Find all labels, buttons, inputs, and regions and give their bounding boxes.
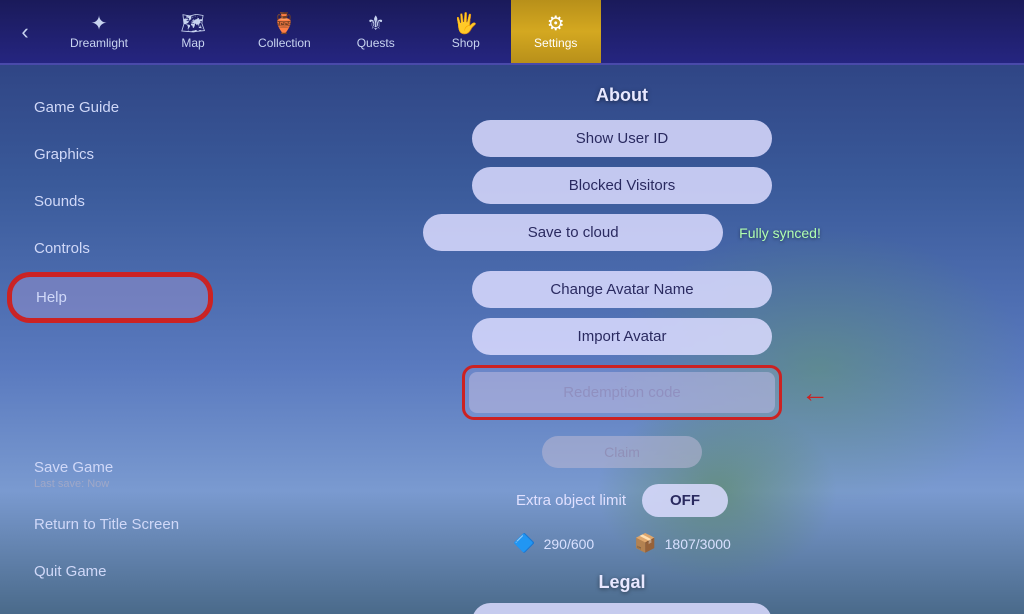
cookies-policy-button[interactable]: Cookies Policy [472,603,772,614]
settings-icon: ⚙ [547,14,565,34]
import-avatar-button[interactable]: Import Avatar [472,318,772,355]
extra-limit-label: Extra object limit [516,492,626,509]
redemption-area: ← [462,365,782,420]
redemption-arrow-icon: ← [801,377,829,409]
nav-item-map[interactable]: 🗺 Map [148,0,238,63]
about-title: About [596,85,648,106]
cube-small-icon: 🔷 [513,533,535,554]
count-item-1: 🔷 290/600 [513,533,594,554]
extra-limit-toggle[interactable]: OFF [642,484,728,517]
sidebar-item-help[interactable]: Help [10,275,210,320]
sidebar-item-controls[interactable]: Controls [10,228,210,269]
legal-title: Legal [598,572,645,593]
sidebar: Game Guide Graphics Sounds Controls Help… [0,65,220,614]
cube-large-icon: 📦 [634,533,656,554]
nav-item-collection[interactable]: 🏺 Collection [238,0,331,63]
quests-icon: ⚜ [367,14,385,34]
sidebar-item-sounds[interactable]: Sounds [10,181,210,222]
navbar: ‹ ✦ Dreamlight 🗺 Map 🏺 Collection ⚜ Ques… [0,0,1024,65]
save-to-cloud-button[interactable]: Save to cloud [423,214,723,251]
claim-button[interactable]: Claim [542,436,702,468]
sidebar-item-return-to-title[interactable]: Return to Title Screen [10,504,210,545]
shop-icon: 🖐 [453,14,478,34]
map-icon: 🗺 [180,14,205,34]
nav-item-shop[interactable]: 🖐 Shop [421,0,511,63]
main-content: About Show User ID Blocked Visitors Save… [220,65,1024,614]
sidebar-item-graphics[interactable]: Graphics [10,134,210,175]
save-to-cloud-row: Save to cloud Fully synced! [423,214,821,251]
object-counts: 🔷 290/600 📦 1807/3000 [513,533,731,554]
nav-item-dreamlight[interactable]: ✦ Dreamlight [50,0,148,63]
collection-icon: 🏺 [272,14,297,34]
count-item-2: 📦 1807/3000 [634,533,731,554]
sidebar-item-quit-game[interactable]: Quit Game [10,551,210,592]
count-value-1: 290/600 [544,536,595,552]
sidebar-item-save-game[interactable]: Save Game Last save: Now [10,451,210,498]
redemption-code-input[interactable] [469,372,775,413]
blocked-visitors-button[interactable]: Blocked Visitors [472,167,772,204]
synced-status: Fully synced! [739,225,821,241]
nav-item-settings[interactable]: ⚙ Settings [511,0,601,63]
extra-object-limit-row: Extra object limit OFF [516,484,728,517]
change-avatar-name-button[interactable]: Change Avatar Name [472,271,772,308]
nav-item-quests[interactable]: ⚜ Quests [331,0,421,63]
count-value-2: 1807/3000 [665,536,731,552]
show-user-id-button[interactable]: Show User ID [472,120,772,157]
nav-back-arrow[interactable]: ‹ [0,0,50,63]
dreamlight-icon: ✦ [91,14,108,34]
sidebar-item-game-guide[interactable]: Game Guide [10,87,210,128]
redemption-box: ← [462,365,782,420]
